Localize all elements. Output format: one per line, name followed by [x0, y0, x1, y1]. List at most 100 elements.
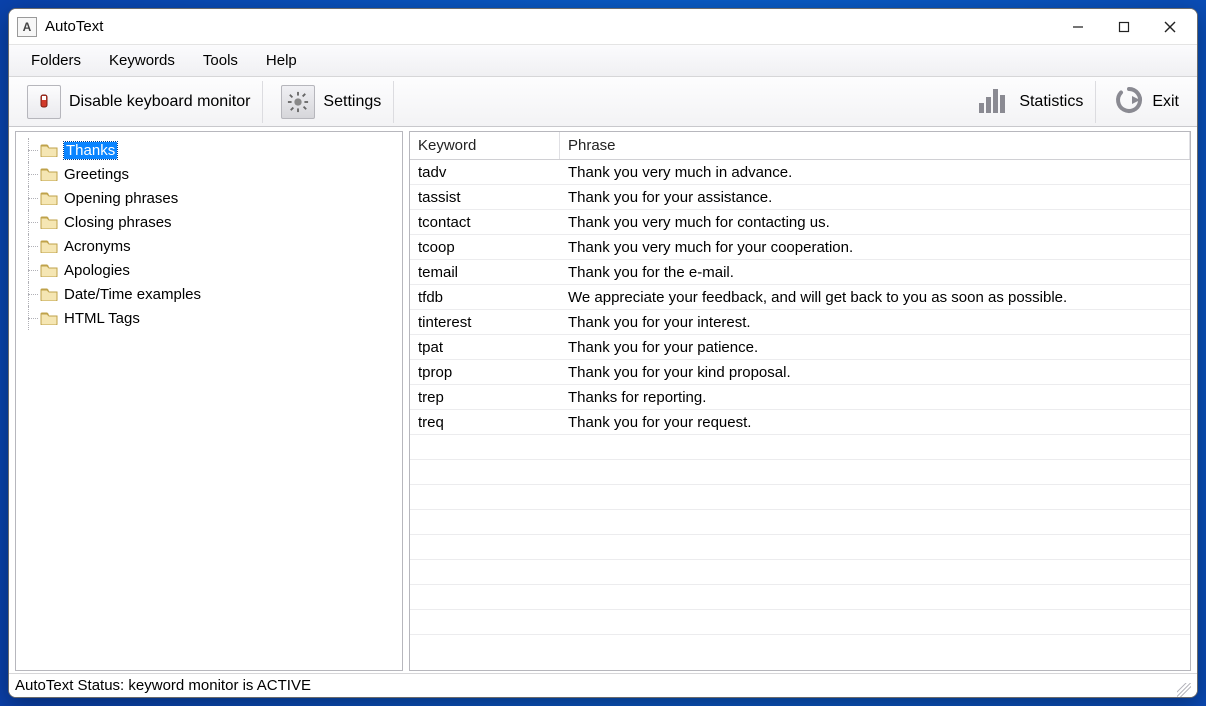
cell-phrase: Thank you for your interest. — [560, 314, 1190, 331]
folder-label: Apologies — [64, 262, 130, 279]
cell-phrase: We appreciate your feedback, and will ge… — [560, 289, 1190, 306]
cell-phrase: Thanks for reporting. — [560, 389, 1190, 406]
table-row[interactable]: tpatThank you for your patience. — [410, 335, 1190, 360]
close-button[interactable] — [1147, 11, 1193, 43]
menu-keywords[interactable]: Keywords — [95, 45, 189, 76]
window-title: AutoText — [45, 18, 103, 35]
table-row-empty — [410, 435, 1190, 460]
exit-icon — [1114, 85, 1144, 119]
cell-keyword: temail — [410, 264, 560, 281]
folder-item[interactable]: Thanks — [20, 138, 398, 162]
folder-label: Acronyms — [64, 238, 131, 255]
table-row[interactable]: tfdbWe appreciate your feedback, and wil… — [410, 285, 1190, 310]
cell-keyword: trep — [410, 389, 560, 406]
exit-label: Exit — [1152, 93, 1179, 111]
cell-phrase: Thank you for your assistance. — [560, 189, 1190, 206]
toolbar: Disable keyboard monitor Settings Statis… — [9, 77, 1197, 127]
table-row-empty — [410, 535, 1190, 560]
keywords-table: Keyword Phrase tadvThank you very much i… — [409, 131, 1191, 671]
folder-icon — [40, 311, 58, 325]
cell-keyword: tinterest — [410, 314, 560, 331]
minimize-button[interactable] — [1055, 11, 1101, 43]
menu-help[interactable]: Help — [252, 45, 311, 76]
maximize-button[interactable] — [1101, 11, 1147, 43]
folder-item[interactable]: HTML Tags — [20, 306, 398, 330]
cell-keyword: treq — [410, 414, 560, 431]
column-phrase[interactable]: Phrase — [560, 132, 1190, 159]
cell-phrase: Thank you very much for contacting us. — [560, 214, 1190, 231]
cell-keyword: tassist — [410, 189, 560, 206]
settings-label: Settings — [323, 93, 381, 111]
exit-button[interactable]: Exit — [1108, 83, 1185, 121]
cell-phrase: Thank you very much in advance. — [560, 164, 1190, 181]
gear-icon — [281, 85, 315, 119]
menu-folders[interactable]: Folders — [17, 45, 95, 76]
table-row[interactable]: tassistThank you for your assistance. — [410, 185, 1190, 210]
window-controls — [1055, 11, 1193, 43]
table-row[interactable]: tadvThank you very much in advance. — [410, 160, 1190, 185]
cell-keyword: tadv — [410, 164, 560, 181]
cell-phrase: Thank you for the e-mail. — [560, 264, 1190, 281]
app-window: A AutoText Folders Keywords Tools Help — [8, 8, 1198, 698]
folder-icon — [40, 239, 58, 253]
table-row-empty — [410, 610, 1190, 635]
folder-item[interactable]: Closing phrases — [20, 210, 398, 234]
cell-phrase: Thank you very much for your cooperation… — [560, 239, 1190, 256]
folder-item[interactable]: Acronyms — [20, 234, 398, 258]
cell-keyword: tpat — [410, 339, 560, 356]
table-row[interactable]: trepThanks for reporting. — [410, 385, 1190, 410]
titlebar[interactable]: A AutoText — [9, 9, 1197, 45]
table-body[interactable]: tadvThank you very much in advance.tassi… — [410, 160, 1190, 670]
table-row[interactable]: tpropThank you for your kind proposal. — [410, 360, 1190, 385]
app-icon: A — [17, 17, 37, 37]
disable-monitor-label: Disable keyboard monitor — [69, 93, 250, 111]
folder-item[interactable]: Greetings — [20, 162, 398, 186]
cell-phrase: Thank you for your patience. — [560, 339, 1190, 356]
folder-icon — [40, 263, 58, 277]
cell-phrase: Thank you for your kind proposal. — [560, 364, 1190, 381]
statistics-button[interactable]: Statistics — [971, 83, 1089, 121]
folder-label: Opening phrases — [64, 190, 178, 207]
cell-keyword: tprop — [410, 364, 560, 381]
table-row[interactable]: treqThank you for your request. — [410, 410, 1190, 435]
folder-icon — [40, 191, 58, 205]
folder-item[interactable]: Apologies — [20, 258, 398, 282]
table-row[interactable]: temailThank you for the e-mail. — [410, 260, 1190, 285]
cell-phrase: Thank you for your request. — [560, 414, 1190, 431]
menu-tools[interactable]: Tools — [189, 45, 252, 76]
status-text: AutoText Status: keyword monitor is ACTI… — [15, 677, 311, 694]
folder-icon — [40, 215, 58, 229]
folder-label: Greetings — [64, 166, 129, 183]
menubar: Folders Keywords Tools Help — [9, 45, 1197, 77]
folder-label: HTML Tags — [64, 310, 140, 327]
minimize-icon — [1072, 21, 1084, 33]
folder-icon — [40, 167, 58, 181]
table-row-empty — [410, 585, 1190, 610]
table-header: Keyword Phrase — [410, 132, 1190, 160]
cell-keyword: tfdb — [410, 289, 560, 306]
keyboard-monitor-icon — [27, 85, 61, 119]
folder-label: Thanks — [64, 142, 117, 159]
table-row-empty — [410, 485, 1190, 510]
folders-tree[interactable]: Thanks Greetings Opening phrases Closing ph… — [15, 131, 403, 671]
resize-grip[interactable] — [1177, 683, 1191, 697]
folder-label: Closing phrases — [64, 214, 172, 231]
cell-keyword: tcontact — [410, 214, 560, 231]
column-keyword[interactable]: Keyword — [410, 132, 560, 159]
folder-item[interactable]: Date/Time examples — [20, 282, 398, 306]
statistics-label: Statistics — [1019, 93, 1083, 111]
folder-icon — [40, 287, 58, 301]
folder-item[interactable]: Opening phrases — [20, 186, 398, 210]
table-row[interactable]: tcontactThank you very much for contacti… — [410, 210, 1190, 235]
table-row-empty — [410, 510, 1190, 535]
table-row[interactable]: tcoopThank you very much for your cooper… — [410, 235, 1190, 260]
table-row-empty — [410, 460, 1190, 485]
folder-label: Date/Time examples — [64, 286, 201, 303]
maximize-icon — [1118, 21, 1130, 33]
table-row[interactable]: tinterestThank you for your interest. — [410, 310, 1190, 335]
cell-keyword: tcoop — [410, 239, 560, 256]
table-row-empty — [410, 560, 1190, 585]
settings-button[interactable]: Settings — [275, 83, 387, 121]
disable-monitor-button[interactable]: Disable keyboard monitor — [21, 83, 256, 121]
statusbar: AutoText Status: keyword monitor is ACTI… — [9, 673, 1197, 697]
